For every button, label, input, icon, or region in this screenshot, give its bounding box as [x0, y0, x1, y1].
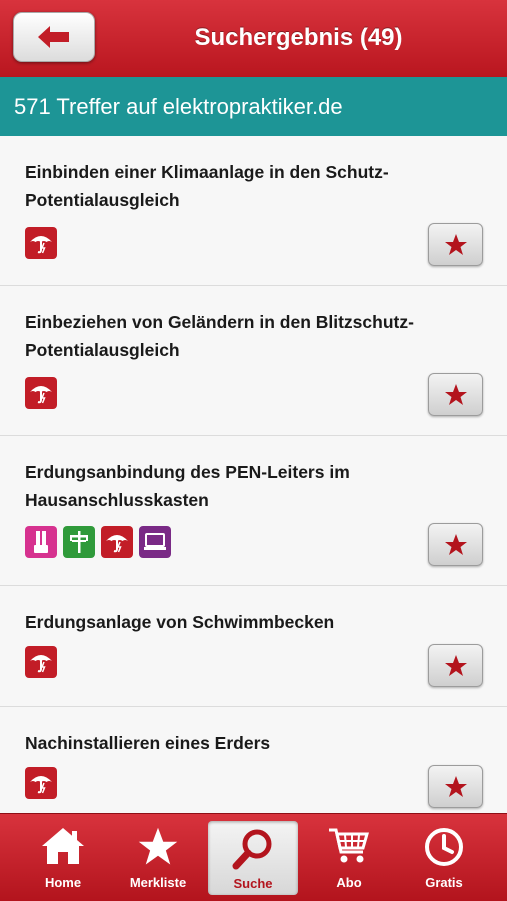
tab-bar: Home Merkliste Suche Abo Gratis [0, 813, 507, 901]
results-count-bar: 571 Treffer auf elektropraktiker.de [0, 77, 507, 136]
category-icons [25, 377, 57, 409]
clock-icon [425, 828, 463, 866]
tab-suche[interactable]: Suche [208, 821, 298, 895]
star-icon [444, 383, 467, 405]
tab-suche-label: Suche [233, 876, 273, 891]
tab-gratis-label: Gratis [425, 875, 463, 890]
laptop-icon [139, 526, 171, 558]
star-icon [444, 533, 467, 555]
tab-merkliste-label: Merkliste [129, 875, 187, 890]
tab-home-label: Home [44, 875, 82, 890]
results-count-text: 571 Treffer auf elektropraktiker.de [14, 94, 343, 119]
tab-abo-label: Abo [336, 875, 362, 890]
item-title: Einbinden einer Klimaanlage in den Schut… [25, 162, 389, 210]
back-arrow-icon [38, 26, 69, 48]
item-title: Erdungsanlage von Schwimmbecken [25, 612, 335, 632]
category-icons [25, 227, 57, 259]
tab-abo[interactable]: Abo [304, 814, 394, 901]
category-icons [25, 526, 171, 558]
star-icon [444, 775, 467, 797]
list-item[interactable]: Erdungsanlage von Schwimmbecken [0, 586, 507, 707]
probe-icon [25, 526, 57, 558]
star-icon [444, 654, 467, 676]
category-icons [25, 767, 57, 799]
star-icon [444, 233, 467, 255]
umbrella-lightning-icon [101, 526, 133, 558]
item-title: Einbeziehen von Geländern in den Blitzsc… [25, 312, 414, 360]
bookmark-star-button[interactable] [428, 373, 483, 416]
bookmark-star-button[interactable] [428, 523, 483, 566]
bookmark-star-button[interactable] [428, 644, 483, 687]
tab-home[interactable]: Home [18, 814, 108, 901]
tab-merkliste[interactable]: Merkliste [113, 814, 203, 901]
item-title: Nachinstallieren eines Erders [25, 733, 271, 753]
umbrella-lightning-icon [25, 377, 57, 409]
category-icons [25, 646, 57, 678]
cart-icon [329, 828, 369, 863]
bookmark-star-button[interactable] [428, 765, 483, 808]
page-title: Suchergebnis (49) [194, 24, 403, 51]
umbrella-lightning-icon [25, 646, 57, 678]
item-title: Erdungsanbindung des PEN-Leiters im Haus… [25, 462, 350, 510]
umbrella-lightning-icon [25, 227, 57, 259]
tab-gratis[interactable]: Gratis [399, 814, 489, 901]
back-button[interactable] [13, 12, 95, 62]
star-icon [138, 827, 178, 865]
list-item[interactable]: Einbeziehen von Geländern in den Blitzsc… [0, 286, 507, 436]
power-pole-icon [63, 526, 95, 558]
home-icon [42, 828, 84, 864]
header-bar: Suchergebnis (49) [0, 0, 507, 77]
bookmark-star-button[interactable] [428, 223, 483, 266]
list-item[interactable]: Einbinden einer Klimaanlage in den Schut… [0, 136, 507, 286]
list-item[interactable]: Nachinstallieren eines Erders [0, 707, 507, 813]
list-item[interactable]: Erdungsanbindung des PEN-Leiters im Haus… [0, 436, 507, 586]
results-list: Einbinden einer Klimaanlage in den Schut… [0, 136, 507, 813]
magnifier-icon [232, 829, 272, 870]
umbrella-lightning-icon [25, 767, 57, 799]
